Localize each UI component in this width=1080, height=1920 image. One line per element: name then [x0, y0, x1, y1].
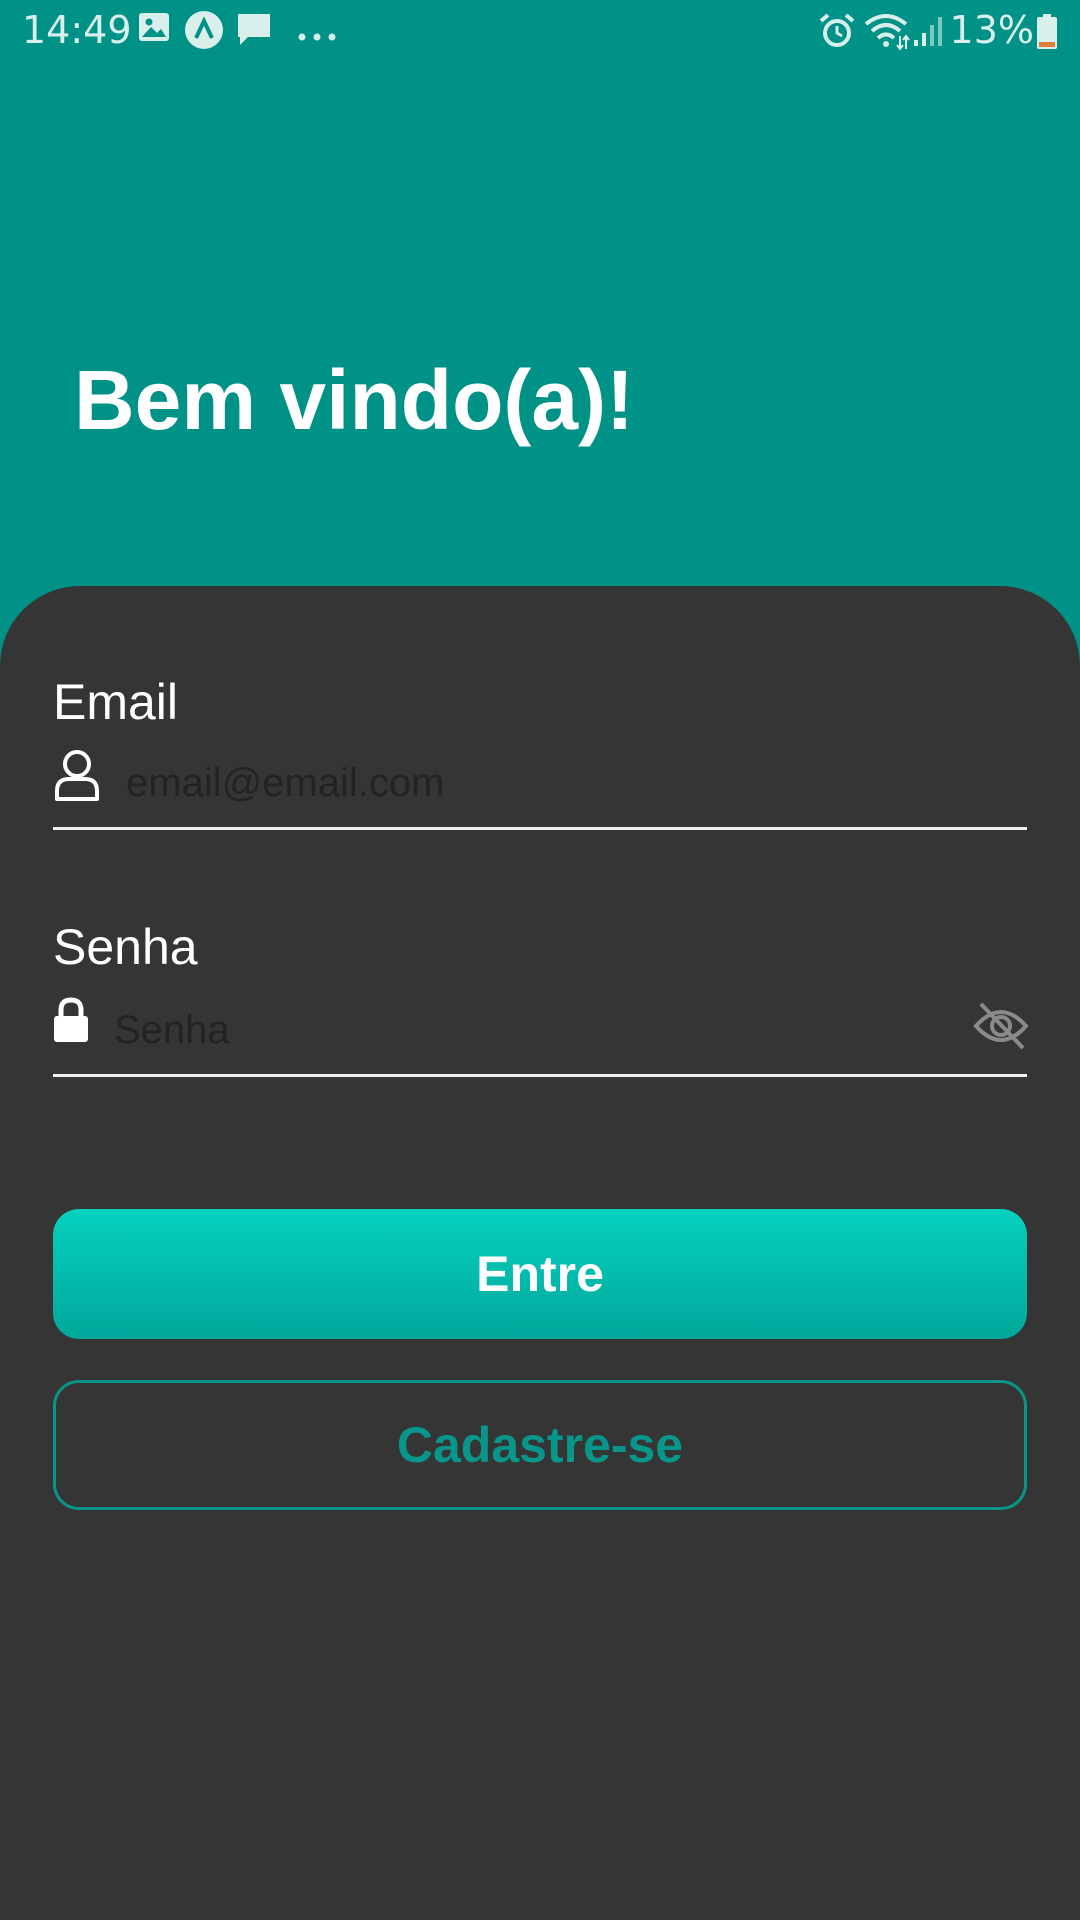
email-label: Email [53, 674, 179, 730]
more-dots-icon [298, 26, 336, 45]
gallery-icon [138, 12, 170, 46]
signal-icon [912, 14, 946, 52]
page-title: Bem vindo(a)! [74, 353, 635, 447]
wifi-icon [864, 12, 910, 54]
email-field[interactable] [53, 747, 1027, 830]
lock-icon [53, 997, 89, 1048]
message-icon [236, 12, 272, 52]
login-card: Email Senha [0, 586, 1080, 1920]
login-screen: 14:49 13% Bem vindo(a)! Email email@emai… [0, 0, 1080, 1920]
eye-off-icon[interactable] [973, 1000, 1029, 1057]
signup-button[interactable]: Cadastre-se [53, 1380, 1027, 1510]
battery-icon [1036, 14, 1058, 54]
login-button[interactable]: Entre [53, 1209, 1027, 1339]
app-a-icon [184, 10, 224, 54]
password-label: Senha [53, 919, 198, 975]
status-time: 14:49 [22, 8, 132, 52]
status-bar: 14:49 13% [0, 0, 1080, 64]
email-input[interactable] [124, 747, 1008, 819]
password-field[interactable] [53, 994, 1029, 1077]
alarm-icon [818, 12, 856, 54]
password-input[interactable] [112, 994, 936, 1066]
user-icon [53, 747, 101, 808]
battery-percent: 13% [949, 8, 1034, 52]
